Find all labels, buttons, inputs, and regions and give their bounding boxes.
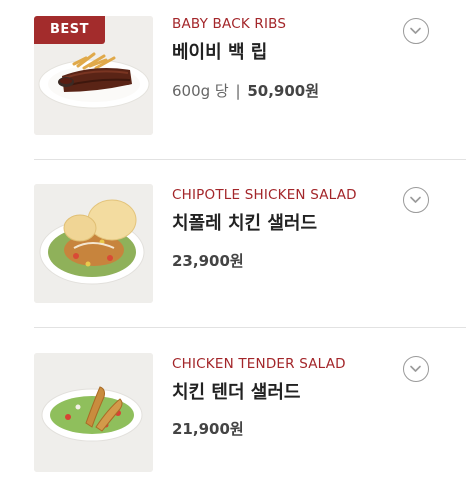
tender-salad-illustration bbox=[34, 353, 153, 472]
item-english-name: BABY BACK RIBS bbox=[172, 16, 287, 32]
menu-item-chicken-tender-salad[interactable]: CHICKEN TENDER SALAD 치킨 텐더 샐러드 21,900원 bbox=[0, 338, 466, 488]
chipotle-salad-illustration bbox=[34, 184, 153, 303]
expand-button[interactable] bbox=[403, 187, 429, 213]
menu-item-baby-back-ribs[interactable]: BEST BABY BACK RIBS 베이비 백 립 600g 당 | 50,… bbox=[0, 0, 466, 150]
item-price-line: 23,900원 bbox=[172, 250, 244, 271]
chevron-down-icon bbox=[410, 27, 421, 34]
item-divider bbox=[34, 327, 466, 328]
item-english-name: CHIPOTLE SHICKEN SALAD bbox=[172, 187, 357, 203]
menu-item-chipotle-chicken-salad[interactable]: CHIPOTLE SHICKEN SALAD 치폴레 치킨 샐러드 23,900… bbox=[0, 170, 466, 320]
item-korean-name: 치폴레 치킨 샐러드 bbox=[172, 213, 318, 234]
item-unit: 600g 당 bbox=[172, 82, 229, 100]
item-price-line: 21,900원 bbox=[172, 418, 244, 439]
best-badge: BEST bbox=[34, 16, 105, 44]
item-korean-name: 치킨 텐더 샐러드 bbox=[172, 382, 301, 403]
item-korean-name: 베이비 백 립 bbox=[172, 42, 268, 63]
chevron-down-icon bbox=[410, 196, 421, 203]
price-separator: | bbox=[235, 82, 241, 100]
item-english-name: CHICKEN TENDER SALAD bbox=[172, 356, 346, 372]
chevron-down-icon bbox=[410, 365, 421, 372]
tender-salad-image[interactable] bbox=[34, 353, 153, 472]
item-price: 23,900원 bbox=[172, 252, 244, 270]
item-divider bbox=[34, 159, 466, 160]
expand-button[interactable] bbox=[403, 18, 429, 44]
item-price: 21,900원 bbox=[172, 420, 244, 438]
chipotle-salad-image[interactable] bbox=[34, 184, 153, 303]
expand-button[interactable] bbox=[403, 356, 429, 382]
item-price-line: 600g 당 | 50,900원 bbox=[172, 80, 319, 101]
item-price: 50,900원 bbox=[247, 82, 320, 100]
